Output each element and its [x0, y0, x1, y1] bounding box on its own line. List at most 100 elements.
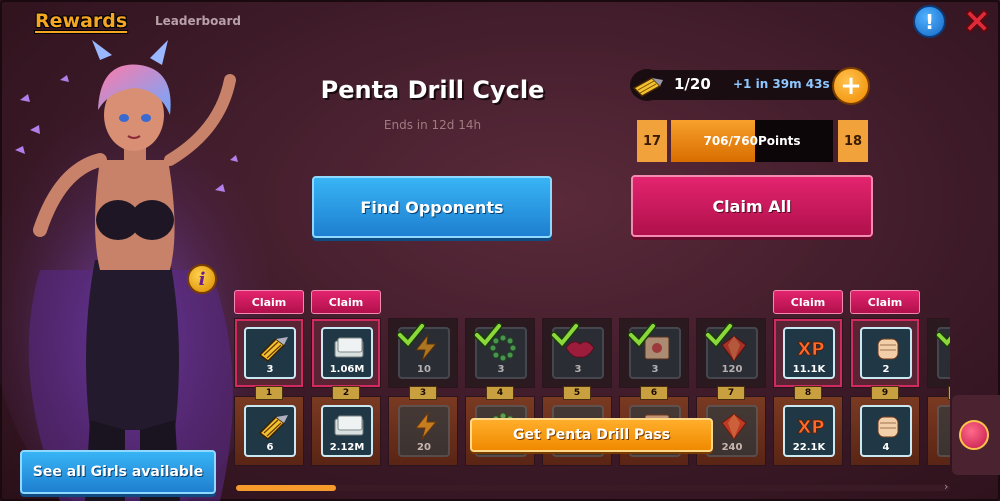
- tier-number: 10: [948, 386, 950, 400]
- free-reward-cell[interactable]: 2: [850, 318, 920, 388]
- energy-timer: +1 in 39m 43s: [733, 77, 830, 91]
- reward-amount: 3: [497, 364, 505, 375]
- info-button[interactable]: !: [913, 5, 946, 38]
- reward-amount: 11.1K: [792, 364, 826, 375]
- reward-amount: 1.06M: [329, 364, 365, 375]
- close-button[interactable]: [959, 3, 995, 39]
- free-reward-cell[interactable]: 1.06M: [311, 318, 381, 388]
- tier-claim-button[interactable]: Claim: [773, 290, 843, 314]
- tier-number: 3: [409, 386, 437, 400]
- scroll-right-arrow-icon[interactable]: ›: [944, 480, 948, 493]
- tier-column: 10: [925, 290, 950, 470]
- free-reward-cell[interactable]: 120: [696, 318, 766, 388]
- pass-reward-cell[interactable]: XP 22.1K: [773, 396, 843, 466]
- reward-amount: 2: [882, 364, 890, 375]
- reward-slot: [937, 405, 950, 457]
- reward-slot: XP 22.1K: [783, 405, 835, 457]
- event-title: Penta Drill Cycle: [320, 76, 545, 104]
- see-all-girls-button[interactable]: See all Girls available: [20, 450, 216, 494]
- track-scroll-thumb[interactable]: [236, 485, 336, 491]
- close-x-icon: [964, 8, 990, 34]
- tier-claim-button[interactable]: Claim: [850, 290, 920, 314]
- fist-icon: [868, 333, 908, 363]
- reward-amount: 3: [574, 364, 582, 375]
- points-progress-label: 706/760Points: [703, 134, 801, 148]
- reward-slot: 240: [706, 405, 758, 457]
- free-reward-cell[interactable]: 3: [542, 318, 612, 388]
- tier-number: 8: [794, 386, 822, 400]
- tier-number: 5: [563, 386, 591, 400]
- reward-amount: 4: [882, 442, 890, 453]
- reward-slot: 2.12M: [321, 405, 373, 457]
- reward-slot: 2: [860, 327, 912, 379]
- tier-claim-button[interactable]: Claim: [234, 290, 304, 314]
- claimed-check-icon: [550, 321, 580, 349]
- points-progress-bar: 706/760Points: [671, 120, 833, 162]
- free-reward-cell[interactable]: 3: [234, 318, 304, 388]
- pass-reward-cell[interactable]: 2.12M: [311, 396, 381, 466]
- reward-slot: 1.06M: [321, 327, 373, 379]
- reward-amount: 3: [266, 364, 274, 375]
- reward-amount: 10: [417, 364, 431, 375]
- tier-column: Claim 2 4 9: [848, 290, 922, 470]
- tier-number: 4: [486, 386, 514, 400]
- find-opponents-button[interactable]: Find Opponents: [312, 176, 552, 238]
- drill-icon: [252, 411, 292, 441]
- tier-column: Claim XP 11.1K XP 22.1K 8: [771, 290, 845, 470]
- fist-icon: [868, 411, 908, 441]
- money-icon: [329, 333, 369, 363]
- girl-info-button[interactable]: i: [187, 264, 217, 294]
- next-tier-badge: 18: [838, 120, 868, 162]
- reward-slot: XP 11.1K: [783, 327, 835, 379]
- pass-reward-cell[interactable]: 6: [234, 396, 304, 466]
- drill-icon: [631, 69, 663, 101]
- tier-column: Claim 3 6 1: [232, 290, 306, 470]
- pass-reward-cell[interactable]: [927, 396, 950, 466]
- reward-amount: 22.1K: [792, 442, 826, 453]
- gem-icon: [945, 411, 950, 441]
- pass-reward-cell[interactable]: 20: [388, 396, 458, 466]
- svg-text:XP: XP: [797, 417, 824, 438]
- claimed-check-icon: [473, 321, 503, 349]
- claimed-check-icon: [935, 321, 950, 349]
- xp-icon: XP: [791, 333, 831, 363]
- free-reward-cell[interactable]: [927, 318, 950, 388]
- energy-count: 1/20: [674, 75, 711, 93]
- free-reward-cell[interactable]: XP 11.1K: [773, 318, 843, 388]
- heart-navigation-icon[interactable]: [959, 420, 989, 450]
- claimed-check-icon: [627, 321, 657, 349]
- reward-slot: 3: [244, 327, 296, 379]
- free-reward-cell[interactable]: 3: [465, 318, 535, 388]
- current-tier-badge: 17: [637, 120, 667, 162]
- refill-energy-button[interactable]: +: [832, 67, 870, 105]
- tab-leaderboard[interactable]: Leaderboard: [155, 14, 241, 28]
- money-icon: [329, 411, 369, 441]
- tier-column: 10 20 3: [386, 290, 460, 470]
- reward-amount: 6: [266, 442, 274, 453]
- tab-rewards[interactable]: Rewards: [35, 10, 127, 32]
- pass-reward-cell[interactable]: 4: [850, 396, 920, 466]
- claimed-check-icon: [704, 321, 734, 349]
- tier-claim-button[interactable]: Claim: [311, 290, 381, 314]
- tier-column: Claim 1.06M 2.12M 2: [309, 290, 383, 470]
- tier-number: 7: [717, 386, 745, 400]
- event-countdown: Ends in 12d 14h: [383, 118, 482, 132]
- svg-text:XP: XP: [797, 339, 824, 360]
- tier-number: 9: [871, 386, 899, 400]
- xp-icon: XP: [791, 411, 831, 441]
- energy-bar: 1/20 +1 in 39m 43s: [630, 69, 862, 101]
- get-pass-button[interactable]: Get Penta Drill Pass: [470, 418, 713, 452]
- reward-slot: 20: [398, 405, 450, 457]
- reward-slot: 6: [244, 405, 296, 457]
- drill-icon: [252, 333, 292, 363]
- tier-number: 6: [640, 386, 668, 400]
- reward-amount: 120: [721, 364, 743, 375]
- track-scrollbar[interactable]: [236, 485, 950, 491]
- free-reward-cell[interactable]: 3: [619, 318, 689, 388]
- claim-all-button[interactable]: Claim All: [631, 175, 873, 237]
- reward-amount: 20: [417, 442, 431, 453]
- tier-number: 1: [255, 386, 283, 400]
- tier-number: 2: [332, 386, 360, 400]
- reward-slot: 4: [860, 405, 912, 457]
- free-reward-cell[interactable]: 10: [388, 318, 458, 388]
